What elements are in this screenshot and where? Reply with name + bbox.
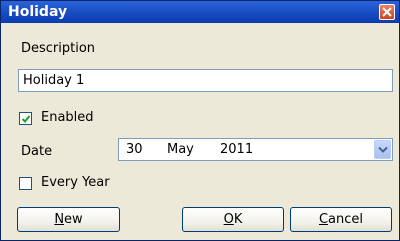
new-button-accel: N [54, 212, 65, 227]
close-x-icon [382, 7, 392, 17]
date-dropdown-button[interactable] [374, 140, 391, 159]
ok-button-label: K [233, 212, 243, 227]
date-month[interactable]: May [167, 142, 194, 157]
ok-button[interactable]: OK [182, 207, 284, 232]
holiday-dialog: Holiday Description Holiday 1 Enabled Da… [0, 0, 400, 241]
cancel-button[interactable]: Cancel [290, 207, 392, 232]
cancel-button-accel: C [318, 212, 329, 227]
date-label: Date [21, 144, 53, 159]
cancel-button-label: ancel [328, 212, 364, 227]
every-year-label: Every Year [41, 175, 110, 190]
description-label: Description [21, 41, 96, 56]
new-button-label: ew [64, 212, 83, 227]
new-button[interactable]: New [17, 207, 120, 232]
checkmark-icon [21, 115, 31, 123]
date-picker[interactable]: 30 May 2011 [118, 138, 393, 161]
every-year-checkbox[interactable] [19, 177, 32, 190]
chevron-down-icon [378, 146, 388, 153]
title-bar[interactable]: Holiday [1, 1, 399, 23]
ok-button-accel: O [223, 212, 234, 227]
date-year[interactable]: 2011 [220, 142, 253, 157]
date-day[interactable]: 30 [126, 142, 143, 157]
window-title: Holiday [8, 4, 68, 20]
close-button[interactable] [379, 4, 395, 20]
description-field[interactable]: Holiday 1 [18, 69, 393, 92]
enabled-label: Enabled [41, 110, 94, 125]
enabled-checkbox[interactable] [19, 112, 32, 125]
